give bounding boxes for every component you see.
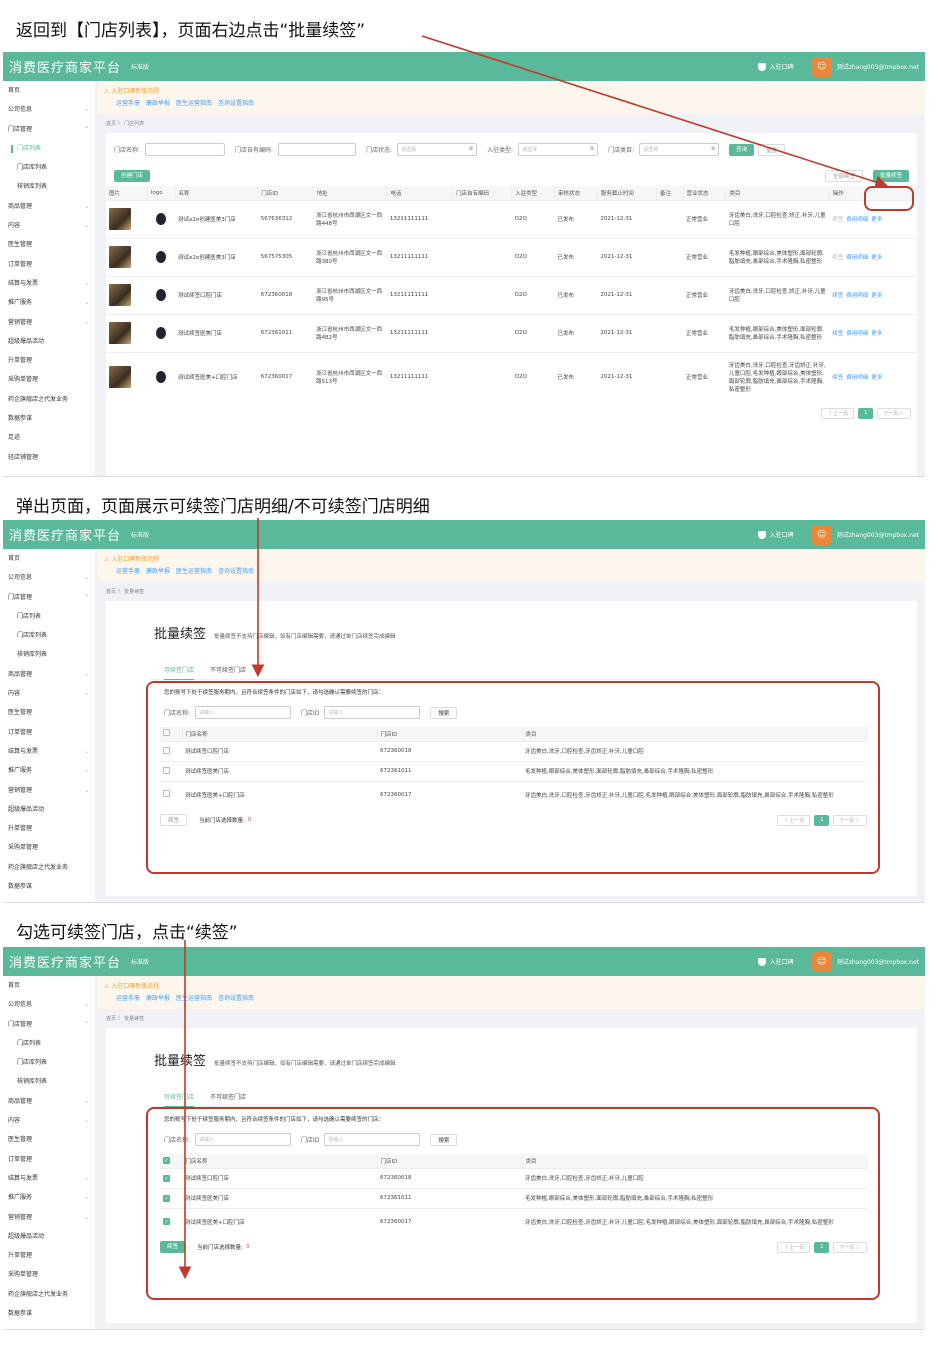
arrow-line — [421, 35, 889, 189]
annotation-arrows — [178, 35, 889, 1280]
